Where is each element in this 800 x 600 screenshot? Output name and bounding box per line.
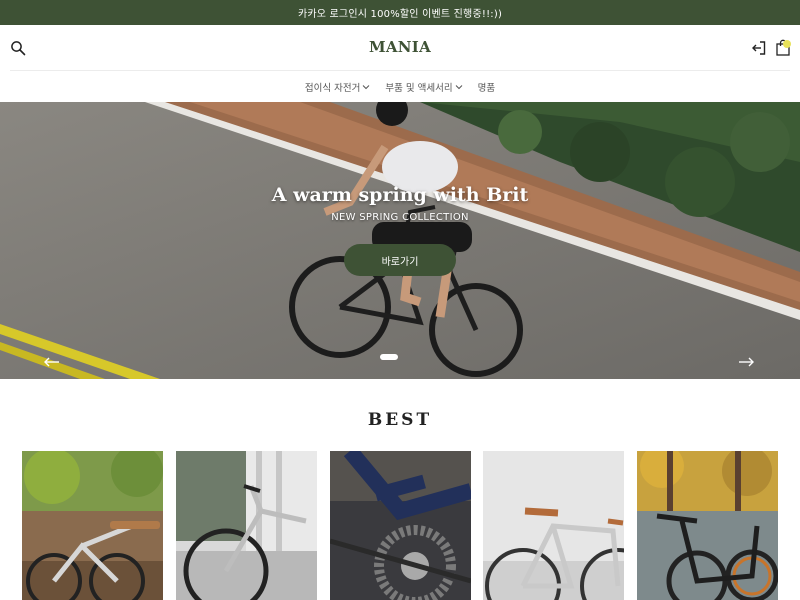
nav-item-parts-accessories[interactable]: 부품 및 액세서리 (385, 80, 462, 94)
main-nav: 접이식 자전거 부품 및 액세서리 명품 (0, 71, 800, 102)
product-image (22, 451, 163, 600)
best-product-list (22, 451, 778, 600)
chevron-down-icon (455, 84, 462, 89)
best-section-title: BEST (367, 410, 433, 430)
announcement-text: 카카오 로그인시 100%할인 이벤트 진행중!!:)) (297, 9, 503, 20)
product-image (637, 451, 778, 600)
nav-item-label: 부품 및 액세서리 (385, 82, 453, 94)
hero-banner[interactable]: A warm spring with Brit NEW SPRING COLLE… (0, 102, 800, 379)
hero-cta-button[interactable]: 바로가기 (344, 244, 456, 276)
nav-item-label: 명품 (477, 82, 496, 94)
product-image (483, 451, 624, 600)
nav-item-folding-bikes[interactable]: 접이식 자전거 (305, 80, 370, 94)
product-card[interactable] (330, 451, 471, 600)
product-card[interactable] (176, 451, 317, 600)
nav-item-label: 접이식 자전거 (304, 82, 361, 94)
product-card[interactable] (637, 451, 778, 600)
arrow-right-icon[interactable] (738, 354, 754, 370)
product-card[interactable] (483, 451, 624, 600)
product-image (330, 451, 471, 600)
product-card[interactable] (22, 451, 163, 600)
hero-subtitle: NEW SPRING COLLECTION (331, 212, 469, 223)
nav-item-luxury[interactable]: 명품 (478, 80, 495, 94)
arrow-left-icon[interactable] (44, 354, 60, 370)
login-icon[interactable] (751, 40, 767, 56)
chevron-down-icon (363, 84, 370, 89)
hero-title: A warm spring with Brit (271, 184, 529, 206)
product-image (176, 451, 317, 600)
slide-indicator-active[interactable] (380, 354, 398, 360)
announcement-bar[interactable]: 카카오 로그인시 100%할인 이벤트 진행중!!:)) (0, 0, 800, 25)
site-logo[interactable]: MANIA (369, 38, 431, 56)
cart-badge (783, 40, 791, 48)
hero-image (0, 102, 800, 379)
site-header: MANIA (0, 25, 800, 71)
